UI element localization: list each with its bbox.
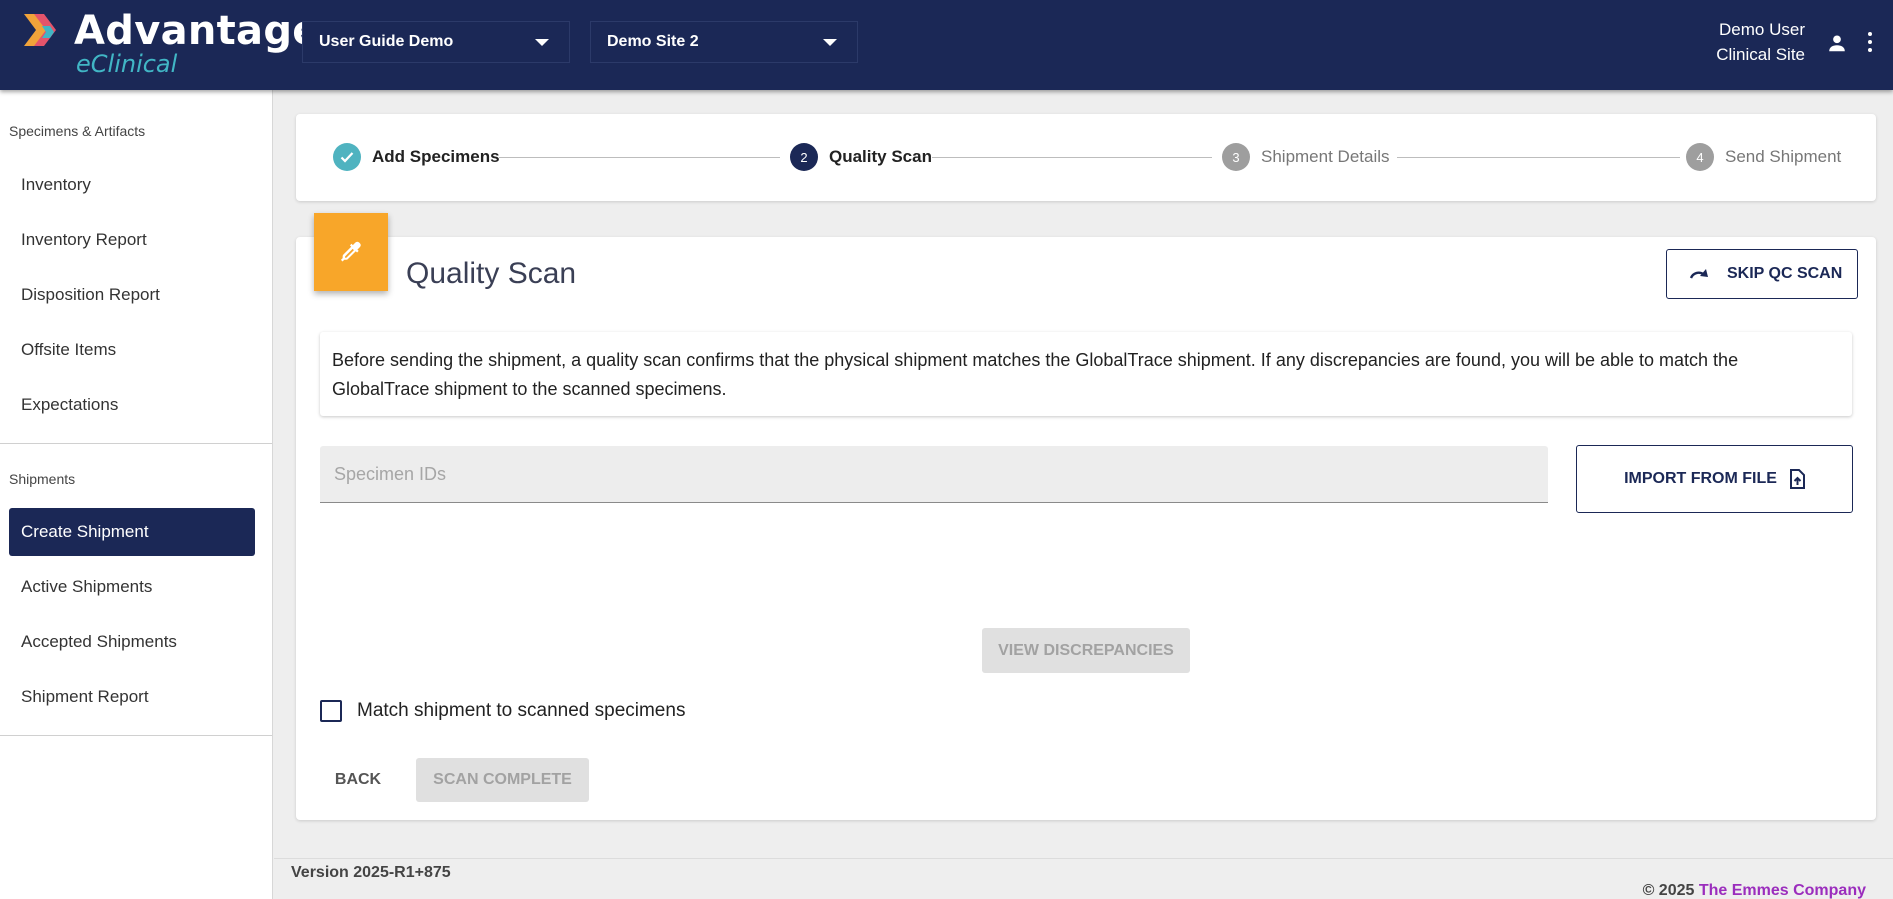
step-label: Shipment Details <box>1261 147 1390 166</box>
sidebar-item-shipment-report[interactable]: Shipment Report <box>9 673 255 721</box>
sidebar-item-offsite-items[interactable]: Offsite Items <box>9 326 255 374</box>
logo-subtitle: eClinical <box>76 50 178 78</box>
shipment-stepper: Add Specimens 2 Quality Scan 3 Shipment … <box>296 114 1876 201</box>
import-from-file-button[interactable]: IMPORT FROM FILE <box>1576 445 1853 513</box>
user-name: Demo User <box>1719 20 1805 39</box>
quality-scan-card: Quality Scan SKIP QC SCAN Before sending… <box>296 213 1876 820</box>
company-link[interactable]: The Emmes Company <box>1699 882 1866 899</box>
step-shipment-details[interactable]: 3 Shipment Details <box>1222 143 1390 171</box>
page-title: Quality Scan <box>406 257 577 290</box>
logo-title: Advantage <box>74 8 320 54</box>
user-role: Clinical Site <box>1716 45 1805 64</box>
step-number: 4 <box>1686 143 1714 171</box>
top-app-bar: Advantage eClinical User Guide Demo Demo… <box>0 0 1893 90</box>
site-select-value: Demo Site 2 <box>607 33 699 50</box>
match-shipment-checkbox-row[interactable]: Match shipment to scanned specimens <box>320 700 685 722</box>
specimen-ids-input[interactable] <box>320 446 1548 503</box>
step-number: 2 <box>790 143 818 171</box>
view-discrepancies-button[interactable]: VIEW DISCREPANCIES <box>982 628 1190 673</box>
match-shipment-checkbox[interactable] <box>320 700 342 722</box>
step-connector <box>932 157 1212 158</box>
step-add-specimens[interactable]: Add Specimens <box>333 143 500 171</box>
chevron-down-icon <box>823 39 837 46</box>
sidebar-item-active-shipments[interactable]: Active Shipments <box>9 563 255 611</box>
check-icon <box>333 143 361 171</box>
eyedropper-icon <box>314 213 388 291</box>
version-text: Version 2025-R1+875 <box>291 864 451 881</box>
skip-qc-scan-button[interactable]: SKIP QC SCAN <box>1666 249 1858 299</box>
study-select[interactable]: User Guide Demo <box>302 21 570 63</box>
sidebar-item-create-shipment[interactable]: Create Shipment <box>9 508 255 556</box>
import-from-file-label: IMPORT FROM FILE <box>1624 470 1777 487</box>
step-connector <box>1397 157 1680 158</box>
sidebar: Specimens & Artifacts Inventory Inventor… <box>0 90 273 899</box>
sidebar-item-inventory-report[interactable]: Inventory Report <box>9 216 255 264</box>
file-upload-icon <box>1789 469 1805 489</box>
study-select-value: User Guide Demo <box>319 33 454 50</box>
sidebar-item-accepted-shipments[interactable]: Accepted Shipments <box>9 618 255 666</box>
kebab-menu-icon[interactable] <box>1866 30 1874 54</box>
step-send-shipment[interactable]: 4 Send Shipment <box>1686 143 1841 171</box>
sidebar-item-disposition-report[interactable]: Disposition Report <box>9 271 255 319</box>
sidebar-section-shipments: Shipments <box>9 471 76 487</box>
chevron-down-icon <box>535 39 549 46</box>
sidebar-divider <box>0 735 272 736</box>
copyright: © 2025 The Emmes Company <box>1643 882 1866 899</box>
quality-scan-info: Before sending the shipment, a quality s… <box>320 332 1852 416</box>
match-shipment-label: Match shipment to scanned specimens <box>357 700 686 721</box>
back-button[interactable]: BACK <box>320 758 396 802</box>
sidebar-divider <box>0 443 272 444</box>
person-icon[interactable] <box>1826 32 1848 54</box>
site-select[interactable]: Demo Site 2 <box>590 21 858 63</box>
step-quality-scan[interactable]: 2 Quality Scan <box>790 143 932 171</box>
step-label: Send Shipment <box>1725 147 1842 166</box>
step-number: 3 <box>1222 143 1250 171</box>
user-info: Demo User Clinical Site <box>1716 17 1805 67</box>
sidebar-item-expectations[interactable]: Expectations <box>9 381 255 429</box>
step-connector <box>499 157 780 158</box>
logo-chevrons-icon <box>24 14 56 46</box>
step-label: Quality Scan <box>829 147 932 166</box>
sidebar-item-inventory[interactable]: Inventory <box>9 161 255 209</box>
step-label: Add Specimens <box>372 147 500 166</box>
redo-arrow-icon <box>1689 269 1708 279</box>
scan-complete-button[interactable]: SCAN COMPLETE <box>416 758 589 802</box>
copyright-prefix: © 2025 <box>1642 882 1695 899</box>
sidebar-section-specimens: Specimens & Artifacts <box>9 123 146 139</box>
advantage-logo[interactable]: Advantage eClinical <box>24 8 319 80</box>
skip-qc-scan-label: SKIP QC SCAN <box>1727 265 1843 282</box>
footer-divider <box>274 858 1893 859</box>
